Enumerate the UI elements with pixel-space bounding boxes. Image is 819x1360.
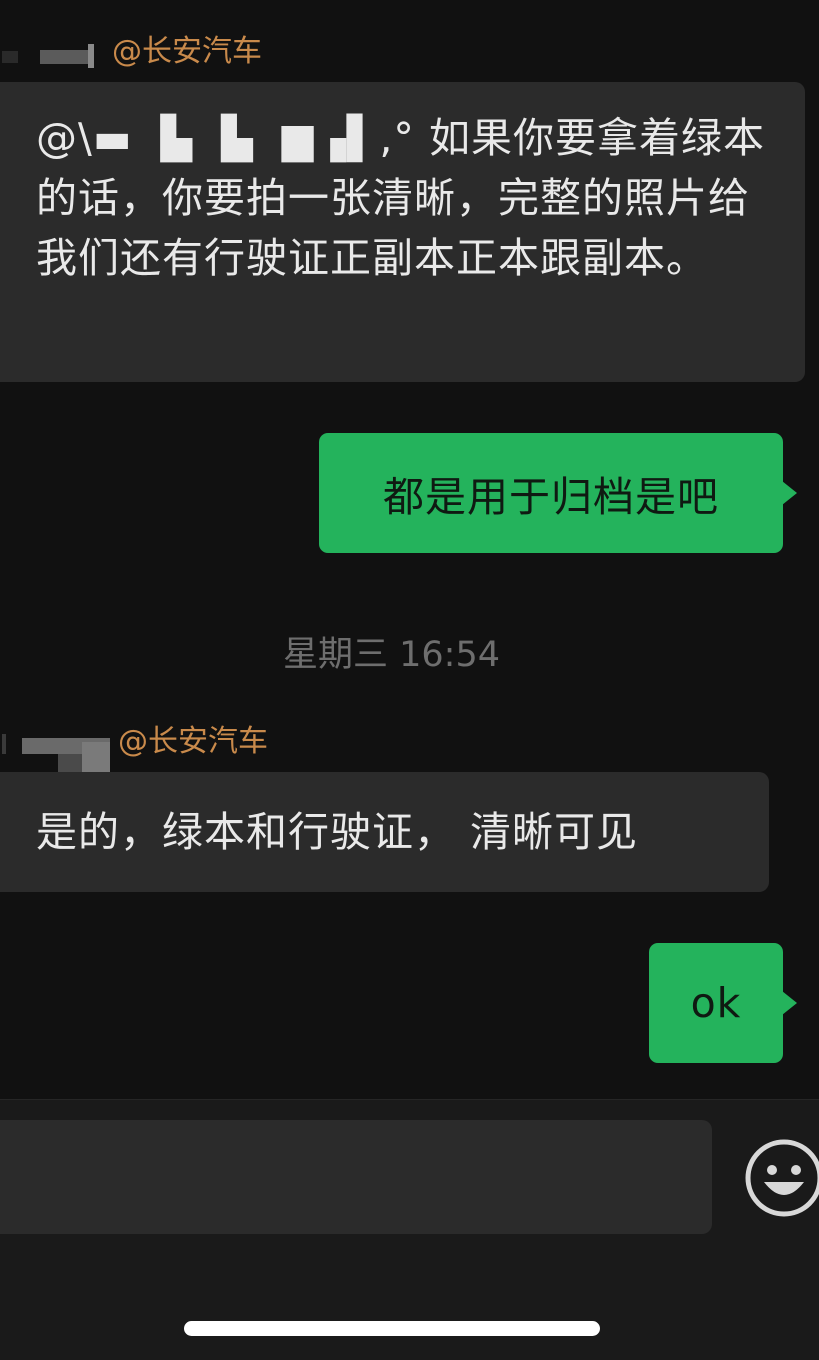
sender-name-row[interactable]: @长安汽车 [0,32,262,98]
sender-name-row[interactable]: @长安汽车 [0,722,268,772]
outgoing-message-bubble[interactable]: ok [649,943,797,1063]
message-text: 都是用于归档是吧 [383,473,719,521]
home-indicator [184,1321,600,1336]
message-input-field[interactable] [0,1120,712,1234]
redacted-avatar-name [0,722,118,772]
sender-mention-label: @长安汽车 [118,724,268,759]
message-text: @\▬ ▙ ▙ ▆▗▌,° 如果你要拿着绿本的话，你要拍一张清晰，完整的照片给我… [36,114,765,282]
sender-mention-label: @长安汽车 [112,34,262,69]
smiley-face-icon[interactable] [744,1138,819,1218]
chat-screen: @长安汽车 @\▬ ▙ ▙ ▆▗▌,° 如果你要拿着绿本的话，你要拍一张清晰，完… [0,0,819,1360]
message-text: ok [690,979,742,1027]
message-text: 是的，绿本和行驶证， 清晰可见 [36,808,639,856]
incoming-message-bubble[interactable]: 是的，绿本和行驶证， 清晰可见 [0,772,769,892]
incoming-message-bubble[interactable]: @\▬ ▙ ▙ ▆▗▌,° 如果你要拿着绿本的话，你要拍一张清晰，完整的照片给我… [0,82,805,382]
redacted-avatar-name [0,32,112,98]
outgoing-message-bubble[interactable]: 都是用于归档是吧 [319,433,797,553]
message-timestamp: 星期三 16:54 [283,635,500,675]
